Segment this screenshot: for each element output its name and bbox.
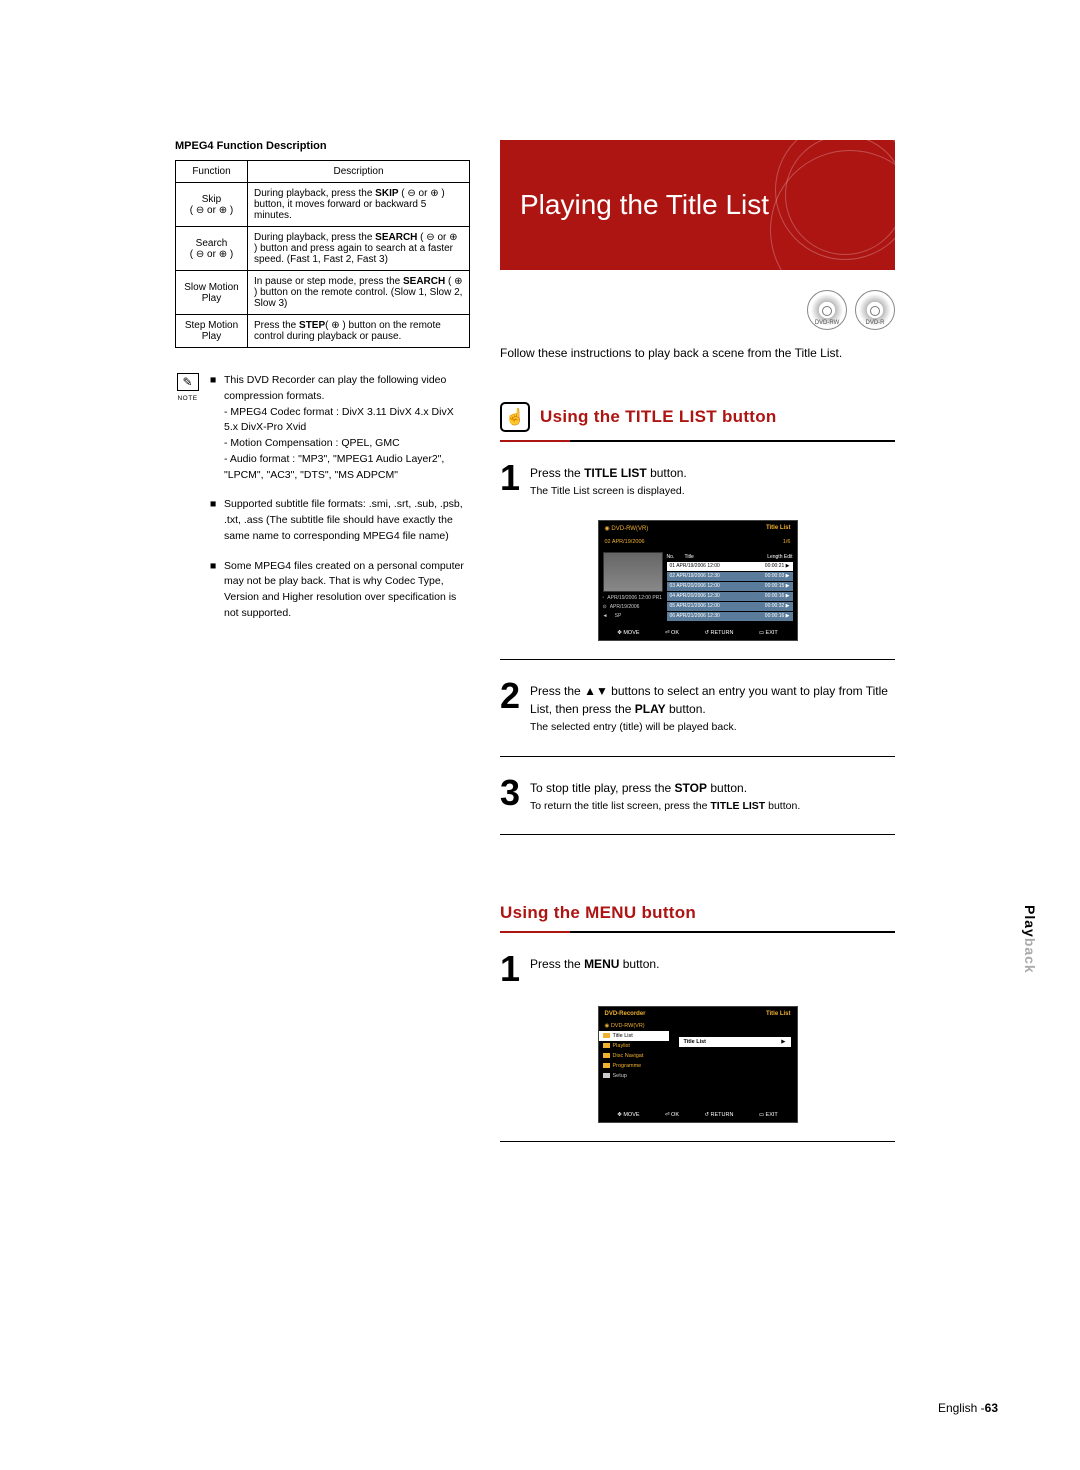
table-row: Step Motion Play Press the STEP( ⊕ ) but… xyxy=(176,315,470,348)
osd-menu: DVD-Recorder Title List ◉ DVD-RW(VR) Tit… xyxy=(598,1006,798,1123)
note-icon: ✎ xyxy=(177,373,199,391)
intro-text: Follow these instructions to play back a… xyxy=(500,344,895,362)
section-title: Using the MENU button xyxy=(500,903,895,923)
step-2: 2 Press the ▲▼ buttons to select an entr… xyxy=(500,680,895,736)
osd-title-list: ◉ DVD-RW(VR) Title List 02 APR/19/2006 1… xyxy=(598,520,798,641)
table-row: Skip ( ⊖ or ⊕ ) During playback, press t… xyxy=(176,183,470,227)
thumbnail xyxy=(603,552,663,592)
hand-icon: ☝ xyxy=(500,402,530,432)
dvd-r-icon: DVD-R xyxy=(855,290,895,330)
side-tab-label: Playback xyxy=(1022,905,1038,974)
note-box: ✎ NOTE ■ This DVD Recorder can play the … xyxy=(175,373,470,636)
mpeg4-function-table: Function Description Skip ( ⊖ or ⊕ ) Dur… xyxy=(175,160,470,348)
dvd-rw-icon: DVD-RW xyxy=(807,290,847,330)
disc-icons: DVD-RW DVD-R xyxy=(500,290,895,330)
step-1-menu: 1 Press the MENU button. xyxy=(500,953,895,985)
page-footer: English -63 xyxy=(0,1401,998,1415)
step-3: 3 To stop title play, press the STOP but… xyxy=(500,777,895,815)
table-title: MPEG4 Function Description xyxy=(175,140,470,152)
col-function: Function xyxy=(176,161,248,183)
table-row: Search ( ⊖ or ⊕ ) During playback, press… xyxy=(176,227,470,271)
section-title: Using the TITLE LIST button xyxy=(540,407,777,427)
col-description: Description xyxy=(248,161,470,183)
hero-banner: Playing the Title List xyxy=(500,140,895,270)
table-row: Slow Motion Play In pause or step mode, … xyxy=(176,271,470,315)
step-1: 1 Press the TITLE LIST button. The Title… xyxy=(500,462,895,500)
